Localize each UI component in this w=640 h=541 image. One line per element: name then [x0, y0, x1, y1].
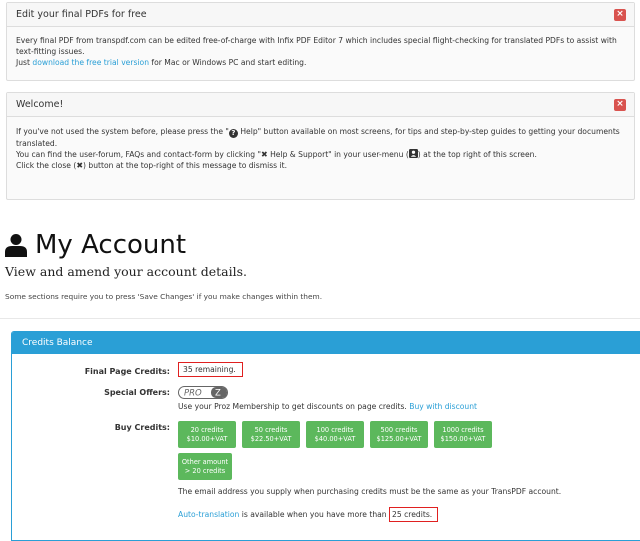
button-line: $150.00+VAT — [440, 434, 486, 443]
button-line: 500 credits — [380, 425, 418, 434]
text: If you've not used the system before, pl… — [16, 127, 229, 136]
button-line: 100 credits — [316, 425, 354, 434]
auto-translation-link[interactable]: Auto-translation — [178, 510, 239, 519]
credits-balance-panel: Credits Balance Final Page Credits: 35 r… — [11, 331, 640, 541]
button-line: Other amount — [181, 457, 229, 466]
notice-text: If you've not used the system before, pl… — [16, 126, 625, 149]
notice-text: Just download the free trial version for… — [16, 57, 625, 68]
help-icon: ? — [228, 129, 238, 138]
text: ) button at the top-right of this messag… — [83, 161, 288, 170]
user-icon — [5, 234, 27, 257]
page-subtitle: View and amend your account details. — [5, 264, 248, 279]
text: Click the close ( — [16, 161, 77, 170]
notice-title: Edit your final PDFs for free — [16, 9, 147, 20]
welcome-notice: Welcome! × If you've not used the system… — [6, 92, 635, 200]
download-trial-link[interactable]: download the free trial version — [32, 58, 149, 67]
notice-text: Every final PDF from transpdf.com can be… — [16, 36, 617, 56]
buy-credits-label: Buy Credits: — [114, 423, 170, 432]
button-line: 1000 credits — [442, 425, 484, 434]
buy-20-credits-button[interactable]: 20 credits $10.00+VAT — [178, 421, 236, 448]
buy-1000-credits-button[interactable]: 1000 credits $150.00+VAT — [434, 421, 492, 448]
pdf-editor-notice: Edit your final PDFs for free × Every fi… — [6, 2, 635, 81]
button-line: $10.00+VAT — [186, 434, 228, 443]
panel-header: Credits Balance — [12, 332, 640, 354]
button-line: $40.00+VAT — [314, 434, 356, 443]
buy-500-credits-button[interactable]: 500 credits $125.00+VAT — [370, 421, 428, 448]
support-icon: ✖ — [260, 150, 268, 159]
button-line: 50 credits — [254, 425, 288, 434]
notice-text: Click the close (✖) button at the top-ri… — [16, 160, 625, 171]
notice-body: Every final PDF from transpdf.com can be… — [7, 27, 634, 74]
page-title-block: My Account — [5, 228, 186, 262]
buy-credits-grid: 20 credits $10.00+VAT 50 credits $22.50+VA… — [178, 421, 498, 480]
email-note: The email address you supply when purcha… — [178, 487, 562, 496]
user-icon — [408, 149, 418, 158]
special-offers-label: Special Offers: — [104, 388, 170, 397]
page-hint: Some sections require you to press 'Save… — [5, 292, 323, 301]
close-icon[interactable]: × — [614, 98, 626, 111]
auto-translation-note: Auto-translation is available when you h… — [178, 507, 439, 522]
text: ) at the top right of this screen. — [417, 150, 537, 159]
buy-100-credits-button[interactable]: 100 credits $40.00+VAT — [306, 421, 364, 448]
offers-text: Use your Proz Membership to get discount… — [178, 402, 410, 411]
buy-50-credits-button[interactable]: 50 credits $22.50+VAT — [242, 421, 300, 448]
proz-logo-z: Z — [215, 389, 221, 399]
notice-header: Edit your final PDFs for free × — [7, 3, 634, 27]
text: is available when you have more than — [239, 510, 390, 519]
proz-logo-text: PRO — [184, 389, 202, 399]
final-credits-value: 35 remaining. — [178, 362, 243, 377]
notice-text: You can find the user-forum, FAQs and co… — [16, 149, 625, 160]
auto-translation-threshold: 25 credits. — [389, 507, 439, 522]
text: Help & Support" in your user-menu ( — [267, 150, 409, 159]
final-credits-label: Final Page Credits: — [84, 367, 170, 376]
proz-logo[interactable]: PRO Z — [178, 386, 228, 399]
close-icon[interactable]: × — [614, 8, 626, 21]
text: for Mac or Windows PC and start editing. — [149, 58, 307, 67]
final-credits-value-box: 35 remaining. — [178, 362, 243, 377]
buy-with-discount-link[interactable]: Buy with discount — [409, 402, 477, 411]
text: Just — [16, 58, 33, 67]
button-line: $22.50+VAT — [250, 434, 292, 443]
button-line: 20 credits — [190, 425, 224, 434]
notice-title: Welcome! — [16, 99, 64, 110]
page-title: My Account — [35, 230, 187, 260]
notice-body: If you've not used the system before, pl… — [7, 117, 634, 177]
notice-header: Welcome! × — [7, 93, 634, 117]
special-offers-content: PRO Z Use your Proz Membership to get di… — [178, 386, 477, 411]
button-line: $125.00+VAT — [376, 434, 422, 443]
button-line: > 20 credits — [184, 466, 226, 475]
divider — [0, 318, 640, 319]
text: You can find the user-forum, FAQs and co… — [16, 150, 261, 159]
buy-other-amount-button[interactable]: Other amount > 20 credits — [178, 453, 232, 480]
